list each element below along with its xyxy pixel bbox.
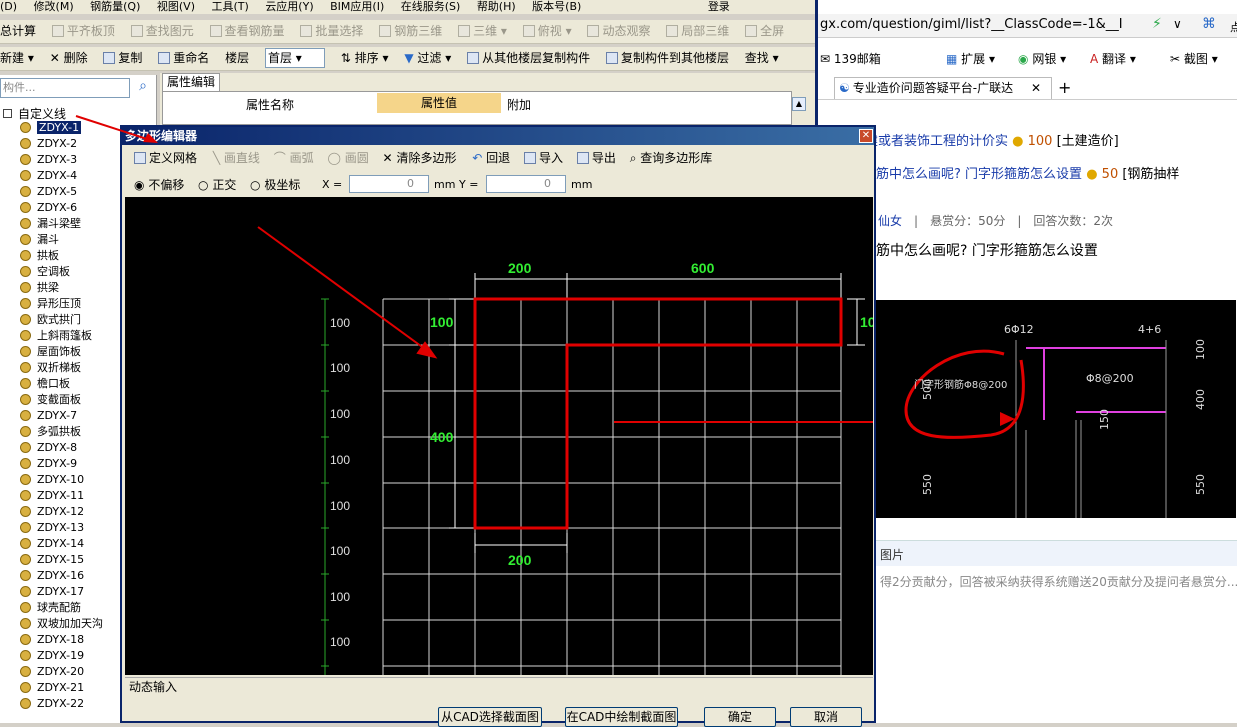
overlay-arrows [75, 115, 1015, 426]
